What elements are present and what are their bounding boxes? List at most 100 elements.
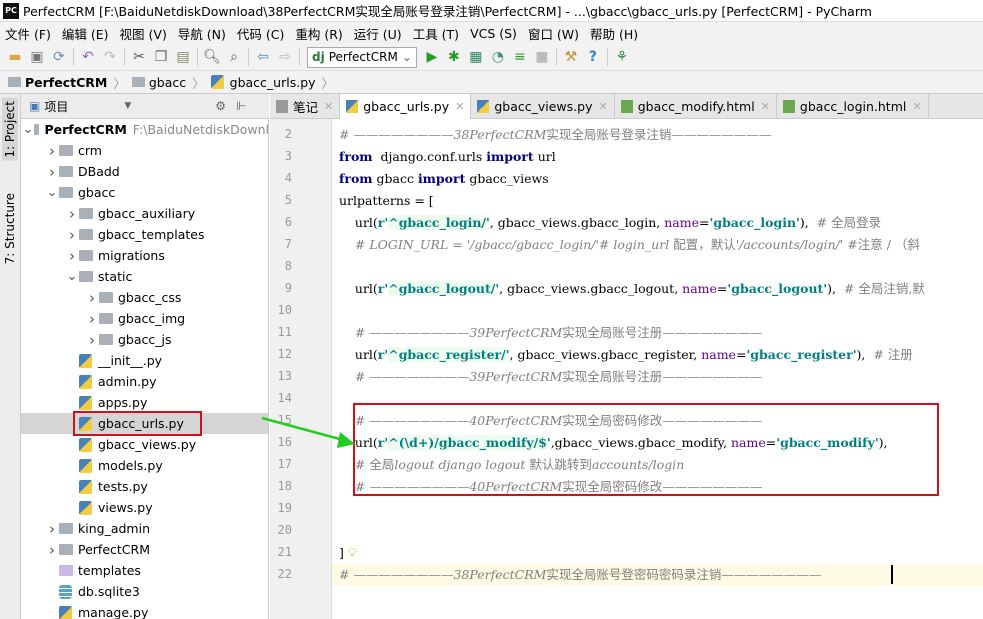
help-icon[interactable]: ? bbox=[582, 46, 604, 68]
tree-item[interactable]: manage.py bbox=[21, 602, 268, 619]
tree-item[interactable]: admin.py bbox=[21, 371, 268, 392]
coverage-icon[interactable]: ▦ bbox=[465, 46, 487, 68]
run-icon[interactable]: ▶ bbox=[421, 46, 443, 68]
replace-icon[interactable]: ⌕ bbox=[223, 46, 245, 68]
breadcrumb-item[interactable]: PerfectCRM 〉 bbox=[8, 73, 126, 92]
project-tool-tab[interactable]: 1: Project bbox=[2, 98, 18, 161]
tree-item[interactable]: __init__.py bbox=[21, 350, 268, 371]
line-number: 6 bbox=[284, 215, 292, 229]
menu-item[interactable]: 编辑 (E) bbox=[62, 24, 109, 43]
forward-icon[interactable]: ⇨ bbox=[274, 46, 296, 68]
menu-item[interactable]: 重构 (R) bbox=[295, 24, 342, 43]
project-panel-title[interactable]: 项目 bbox=[44, 98, 68, 115]
structure-tool-tab[interactable]: 7: Structure bbox=[2, 190, 18, 267]
code-token: name bbox=[701, 347, 736, 362]
tree-item[interactable]: ⌄ PerfectCRM F:\BaiduNetdiskDownl bbox=[21, 119, 268, 140]
redo-icon[interactable]: ↷ bbox=[99, 46, 121, 68]
chevron-down-icon[interactable]: ⌄ bbox=[23, 122, 34, 137]
line-number: 11 bbox=[277, 325, 292, 339]
chevron-right-icon[interactable]: › bbox=[45, 163, 59, 181]
tree-item[interactable]: › gbacc_templates bbox=[21, 224, 268, 245]
pycharm-logo-icon: PC bbox=[3, 2, 19, 19]
chevron-right-icon[interactable]: › bbox=[65, 226, 79, 244]
chevron-down-icon[interactable]: ⌄ bbox=[45, 185, 59, 200]
close-icon[interactable]: ✕ bbox=[912, 100, 921, 113]
tree-item[interactable]: › king_admin bbox=[21, 518, 268, 539]
menu-item[interactable]: 窗口 (W) bbox=[528, 24, 579, 43]
tree-item[interactable]: db.sqlite3 bbox=[21, 581, 268, 602]
folder-icon bbox=[59, 523, 73, 534]
editor-tab[interactable]: gbacc_views.py ✕ bbox=[471, 94, 615, 118]
menu-item[interactable]: 运行 (U) bbox=[354, 24, 402, 43]
open-folder-icon[interactable]: ▬ bbox=[4, 46, 26, 68]
vcs-icon[interactable]: ⚘ bbox=[611, 46, 633, 68]
tree-item[interactable]: › gbacc_js bbox=[21, 329, 268, 350]
chevron-right-icon[interactable]: › bbox=[85, 289, 99, 307]
cut-icon[interactable]: ✂ bbox=[128, 46, 150, 68]
close-icon[interactable]: ✕ bbox=[455, 100, 464, 113]
menu-item[interactable]: VCS (S) bbox=[470, 26, 517, 41]
menu-item[interactable]: 导航 (N) bbox=[178, 24, 226, 43]
save-icon[interactable]: ▣ bbox=[26, 46, 48, 68]
settings-wrench-icon[interactable]: ⚒ bbox=[560, 46, 582, 68]
stop-icon[interactable]: ■ bbox=[531, 46, 553, 68]
tree-item[interactable]: ⌄ static bbox=[21, 266, 268, 287]
gear-icon[interactable]: ⚙ bbox=[215, 99, 226, 113]
tree-item[interactable]: templates bbox=[21, 560, 268, 581]
menu-item[interactable]: 代码 (C) bbox=[237, 24, 284, 43]
tree-item[interactable]: › gbacc_img bbox=[21, 308, 268, 329]
chevron-right-icon[interactable]: › bbox=[85, 331, 99, 349]
menu-item[interactable]: 帮助 (H) bbox=[590, 24, 638, 43]
back-icon[interactable]: ⇦ bbox=[252, 46, 274, 68]
python-file-icon bbox=[79, 500, 92, 515]
chevron-right-icon[interactable]: › bbox=[65, 247, 79, 265]
tree-item[interactable]: › migrations bbox=[21, 245, 268, 266]
chevron-right-icon[interactable]: › bbox=[45, 541, 59, 559]
lightbulb-icon[interactable]: 💡︎ bbox=[344, 545, 357, 560]
editor-tab[interactable]: gbacc_modify.html ✕ bbox=[615, 94, 777, 118]
find-icon[interactable]: 🔍︎ bbox=[201, 46, 223, 68]
concurrency-icon[interactable]: ≡ bbox=[509, 46, 531, 68]
tree-item[interactable]: › PerfectCRM bbox=[21, 539, 268, 560]
tree-item[interactable]: › gbacc_auxiliary bbox=[21, 203, 268, 224]
close-icon[interactable]: ✕ bbox=[598, 100, 607, 113]
chevron-right-icon[interactable]: › bbox=[65, 205, 79, 223]
profile-icon[interactable]: ◔ bbox=[487, 46, 509, 68]
menu-item[interactable]: 文件 (F) bbox=[5, 24, 51, 43]
collapse-icon[interactable]: ⊩ bbox=[236, 99, 246, 113]
chevron-right-icon[interactable]: › bbox=[45, 520, 59, 538]
code-editor[interactable]: # ————————38PerfectCRM实现全局账号登录注销————————… bbox=[332, 119, 983, 619]
run-config-select[interactable]: dj PerfectCRM ⌄ bbox=[307, 46, 417, 68]
close-icon[interactable]: ✕ bbox=[761, 100, 770, 113]
copy-icon[interactable]: ❐ bbox=[150, 46, 172, 68]
chevron-down-icon[interactable]: ▼ bbox=[124, 101, 131, 111]
tree-item[interactable]: tests.py bbox=[21, 476, 268, 497]
editor-tab[interactable]: gbacc_login.html ✕ bbox=[777, 94, 929, 118]
line-number: 22 bbox=[277, 567, 292, 581]
debug-icon[interactable]: ✱ bbox=[443, 46, 465, 68]
sync-icon[interactable]: ⟳ bbox=[48, 46, 70, 68]
undo-icon[interactable]: ↶ bbox=[77, 46, 99, 68]
menu-item[interactable]: 工具 (T) bbox=[413, 24, 459, 43]
menu-item[interactable]: 视图 (V) bbox=[120, 24, 167, 43]
chevron-down-icon[interactable]: ⌄ bbox=[65, 269, 79, 284]
breadcrumb-item[interactable]: gbacc 〉 bbox=[131, 73, 205, 92]
editor-tab[interactable]: gbacc_urls.py ✕ bbox=[340, 94, 472, 119]
tree-item[interactable]: views.py bbox=[21, 497, 268, 518]
tree-item[interactable]: › crm bbox=[21, 140, 268, 161]
python-file-icon bbox=[79, 479, 92, 494]
tree-item[interactable]: › gbacc_css bbox=[21, 287, 268, 308]
chevron-right-icon[interactable]: › bbox=[85, 310, 99, 328]
chevron-right-icon[interactable]: › bbox=[45, 142, 59, 160]
tree-item[interactable]: models.py bbox=[21, 455, 268, 476]
tree-item[interactable]: › DBadd bbox=[21, 161, 268, 182]
tree-item[interactable]: gbacc_views.py bbox=[21, 434, 268, 455]
paste-icon[interactable]: ▤ bbox=[172, 46, 194, 68]
code-line: # ————————39PerfectCRM实现全局账号注册———————— bbox=[339, 366, 762, 388]
python-file-icon bbox=[79, 395, 92, 410]
tree-item[interactable]: ⌄ gbacc bbox=[21, 182, 268, 203]
close-icon[interactable]: ✕ bbox=[324, 100, 333, 113]
breadcrumb-item[interactable]: gbacc_urls.py 〉 bbox=[210, 73, 334, 92]
tree-item[interactable]: apps.py bbox=[21, 392, 268, 413]
editor-tab[interactable]: 笔记 ✕ bbox=[270, 94, 341, 118]
